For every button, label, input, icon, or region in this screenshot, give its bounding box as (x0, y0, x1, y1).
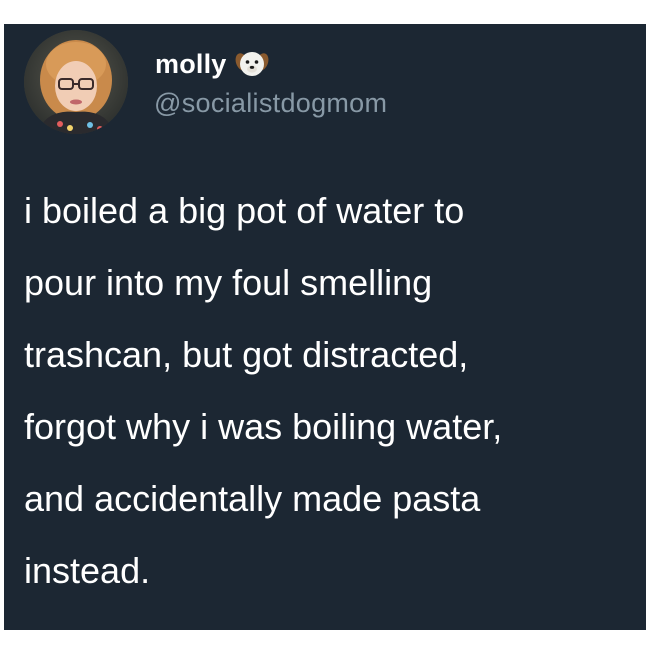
tweet-card[interactable]: molly @socialistdogmom i boiled a big po… (4, 24, 646, 630)
tweet-text-line: and accidentally made pasta (24, 478, 481, 519)
author-display-name[interactable]: molly (155, 49, 227, 80)
author-handle[interactable]: @socialistdogmom (154, 88, 387, 119)
tweet-text-line: forgot why i was boiling water, (24, 406, 503, 447)
screenshot-frame: molly @socialistdogmom i boiled a big po… (0, 0, 650, 650)
avatar[interactable] (24, 30, 128, 134)
tweet-text-line: i boiled a big pot of water to (24, 190, 465, 231)
dog-face-icon (235, 47, 269, 81)
tweet-text: i boiled a big pot of water to pour into… (24, 190, 624, 643)
tweet-text-line: instead. (24, 550, 151, 591)
avatar-photo (24, 30, 128, 134)
tweet-text-line: trashcan, but got distracted, (24, 334, 469, 375)
author-name-row[interactable]: molly (155, 46, 269, 82)
tweet-text-line: pour into my foul smelling (24, 262, 433, 303)
